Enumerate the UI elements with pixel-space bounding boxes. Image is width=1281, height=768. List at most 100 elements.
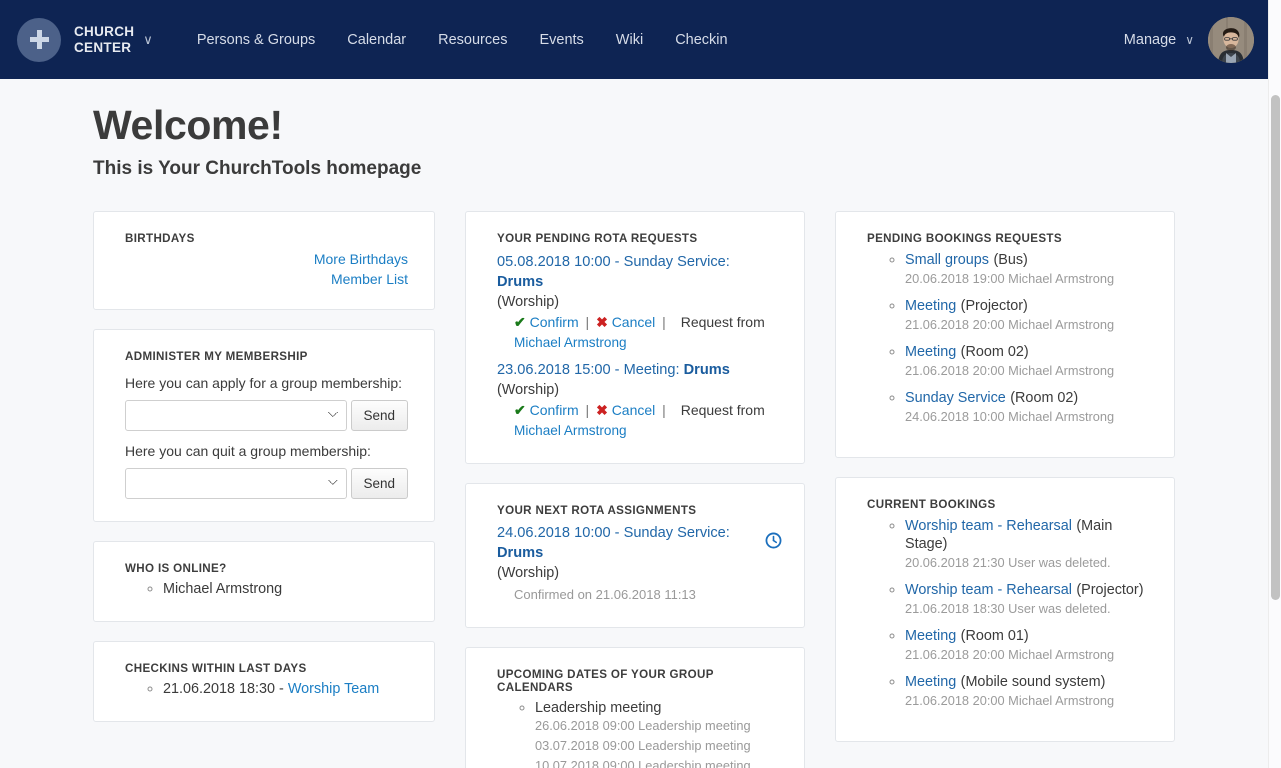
card-next-rota-assignments: YOUR NEXT ROTA ASSIGNMENTS 24.06.2018 10… bbox=[465, 483, 805, 628]
next-rota-group: (Worship) bbox=[497, 565, 560, 581]
nav-item-wiki[interactable]: Wiki bbox=[616, 32, 643, 48]
list-item: Small groups (Bus) 20.06.2018 19:00 Mich… bbox=[905, 251, 1148, 288]
nav-item-checkin[interactable]: Checkin bbox=[675, 32, 727, 48]
rota-request-actions: ✔ Confirm | ✖ Cancel | Request from Mich… bbox=[514, 400, 778, 441]
booking-meta: 20.06.2018 19:00 Michael Armstrong bbox=[905, 271, 1115, 286]
cross-icon: ✖ bbox=[596, 402, 608, 418]
booking-meta: 21.06.2018 20:00 Michael Armstrong bbox=[905, 317, 1115, 332]
checkin-group-link[interactable]: Worship Team bbox=[288, 681, 379, 697]
page-scrollbar[interactable] bbox=[1268, 0, 1281, 768]
chevron-down-icon: ∨ bbox=[1185, 32, 1194, 47]
quit-group-select[interactable] bbox=[125, 468, 347, 499]
apply-send-button[interactable]: Send bbox=[350, 400, 408, 431]
booking-name-link[interactable]: Worship team - Rehearsal bbox=[905, 582, 1072, 598]
column-right: PENDING BOOKINGS REQUESTS Small groups (… bbox=[835, 211, 1175, 768]
brand-line-2: CENTER bbox=[74, 39, 132, 55]
member-list-link[interactable]: Member List bbox=[125, 271, 408, 287]
manage-menu[interactable]: Manage ∨ bbox=[1124, 32, 1194, 48]
card-title-checkins: CHECKINS WITHIN LAST DAYS bbox=[125, 662, 307, 675]
card-title-membership: ADMINISTER MY MEMBERSHIP bbox=[125, 350, 308, 363]
booking-name-link[interactable]: Sunday Service bbox=[905, 390, 1006, 406]
confirm-link[interactable]: Confirm bbox=[530, 314, 579, 330]
church-center-logo[interactable] bbox=[17, 17, 61, 62]
list-item: Meeting (Room 02) 21.06.2018 20:00 Micha… bbox=[905, 343, 1148, 380]
list-item: Michael Armstrong bbox=[163, 581, 408, 597]
checkin-time: 21.06.2018 18:30 - bbox=[163, 681, 288, 697]
dashboard-columns: BIRTHDAYS More Birthdays Member List ADM… bbox=[0, 211, 1268, 768]
current-bookings-list: Worship team - Rehearsal (Main Stage) 20… bbox=[867, 517, 1148, 710]
card-current-bookings: CURRENT BOOKINGS Worship team - Rehearsa… bbox=[835, 477, 1175, 742]
booking-name-link[interactable]: Worship team - Rehearsal bbox=[905, 518, 1072, 534]
separator: | bbox=[662, 402, 666, 418]
card-title-next-rota: YOUR NEXT ROTA ASSIGNMENTS bbox=[497, 504, 697, 517]
brand-line-1: CHURCH bbox=[74, 23, 135, 39]
upcoming-date: 26.06.2018 09:00 Leadership meeting bbox=[535, 718, 751, 733]
rota-request-datetime: 23.06.2018 15:00 - Meeting: bbox=[497, 362, 684, 378]
cancel-link[interactable]: Cancel bbox=[612, 402, 656, 418]
request-from-label: Request from bbox=[680, 402, 765, 418]
booking-resource: (Room 01) bbox=[960, 628, 1029, 644]
online-user-list: Michael Armstrong bbox=[125, 581, 408, 597]
list-item: Meeting (Projector) 21.06.2018 20:00 Mic… bbox=[905, 297, 1148, 334]
avatar[interactable] bbox=[1208, 16, 1254, 63]
card-birthdays: BIRTHDAYS More Birthdays Member List bbox=[93, 211, 435, 310]
cross-icon: ✖ bbox=[596, 314, 608, 330]
checkins-list: 21.06.2018 18:30 - Worship Team bbox=[125, 681, 408, 697]
booking-resource: (Mobile sound system) bbox=[960, 674, 1106, 690]
booking-resource: (Projector) bbox=[1076, 582, 1144, 598]
list-item: Leadership meeting 26.06.2018 09:00 Lead… bbox=[535, 700, 778, 768]
nav-item-calendar[interactable]: Calendar bbox=[347, 32, 406, 48]
card-title-upcoming: UPCOMING DATES OF YOUR GROUP CALENDARS bbox=[497, 668, 714, 694]
booking-name-link[interactable]: Meeting bbox=[905, 298, 956, 314]
scrollbar-thumb[interactable] bbox=[1271, 95, 1280, 600]
rota-request-heading[interactable]: 23.06.2018 15:00 - Meeting: Drums bbox=[497, 360, 778, 380]
requester-link[interactable]: Michael Armstrong bbox=[514, 423, 627, 438]
main-content: Welcome! This is Your ChurchTools homepa… bbox=[0, 79, 1268, 768]
rota-request-group: (Worship) bbox=[497, 294, 560, 310]
nav-item-resources[interactable]: Resources bbox=[438, 32, 507, 48]
list-item: Worship team - Rehearsal (Main Stage) 20… bbox=[905, 517, 1148, 572]
separator: | bbox=[662, 314, 666, 330]
next-rota-confirmed: Confirmed on 21.06.2018 11:13 bbox=[514, 587, 696, 602]
apply-membership-label: Here you can apply for a group membershi… bbox=[125, 375, 403, 391]
booking-resource: (Room 02) bbox=[960, 344, 1029, 360]
booking-meta: 20.06.2018 21:30 User was deleted. bbox=[905, 555, 1111, 570]
card-pending-bookings: PENDING BOOKINGS REQUESTS Small groups (… bbox=[835, 211, 1175, 458]
card-pending-rota-requests: YOUR PENDING ROTA REQUESTS 05.08.2018 10… bbox=[465, 211, 805, 464]
quit-send-button[interactable]: Send bbox=[350, 468, 408, 499]
separator: | bbox=[585, 314, 590, 330]
separator: | bbox=[585, 402, 590, 418]
list-item: Meeting (Room 01) 21.06.2018 20:00 Micha… bbox=[905, 627, 1148, 664]
chevron-down-icon[interactable]: ∨ bbox=[143, 32, 153, 48]
card-title-current-bookings: CURRENT BOOKINGS bbox=[867, 498, 996, 511]
confirm-link[interactable]: Confirm bbox=[530, 402, 579, 418]
more-birthdays-link[interactable]: More Birthdays bbox=[125, 251, 408, 267]
next-rota-heading[interactable]: 24.06.2018 10:00 - Sunday Service: Drums bbox=[497, 523, 778, 563]
booking-name-link[interactable]: Small groups bbox=[905, 252, 989, 268]
birthdays-links: More Birthdays Member List bbox=[125, 251, 408, 287]
booking-resource: (Room 02) bbox=[1010, 390, 1079, 406]
booking-name-link[interactable]: Meeting bbox=[905, 344, 956, 360]
clock-icon[interactable] bbox=[765, 532, 782, 549]
rota-request-heading[interactable]: 05.08.2018 10:00 - Sunday Service: Drums bbox=[497, 252, 778, 292]
rota-request-actions: ✔ Confirm | ✖ Cancel | Request from Mich… bbox=[514, 312, 778, 353]
booking-name-link[interactable]: Meeting bbox=[905, 674, 956, 690]
upcoming-group-list: Leadership meeting 26.06.2018 09:00 Lead… bbox=[497, 700, 778, 768]
card-administer-membership: ADMINISTER MY MEMBERSHIP Here you can ap… bbox=[93, 329, 435, 522]
upcoming-date: 10.07.2018 09:00 Leadership meeting bbox=[535, 758, 751, 768]
card-title-pending-rota: YOUR PENDING ROTA REQUESTS bbox=[497, 232, 698, 245]
brand-block[interactable]: CHURCH CENTER ∨ bbox=[17, 17, 153, 62]
booking-name-link[interactable]: Meeting bbox=[905, 628, 956, 644]
nav-item-persons-groups[interactable]: Persons & Groups bbox=[197, 32, 315, 48]
list-item: Sunday Service (Room 02) 24.06.2018 10:0… bbox=[905, 389, 1148, 426]
requester-link[interactable]: Michael Armstrong bbox=[514, 335, 627, 350]
next-rota-datetime: 24.06.2018 10:00 - Sunday Service: bbox=[497, 525, 730, 541]
rota-request-group: (Worship) bbox=[497, 382, 560, 398]
cancel-link[interactable]: Cancel bbox=[612, 314, 656, 330]
card-checkins: CHECKINS WITHIN LAST DAYS 21.06.2018 18:… bbox=[93, 641, 435, 722]
card-title-pending-bookings: PENDING BOOKINGS REQUESTS bbox=[867, 232, 1062, 245]
navbar-right: Manage ∨ bbox=[1124, 16, 1268, 63]
rota-request-role: Drums bbox=[683, 362, 730, 378]
apply-group-select[interactable] bbox=[125, 400, 347, 431]
nav-item-events[interactable]: Events bbox=[539, 32, 583, 48]
